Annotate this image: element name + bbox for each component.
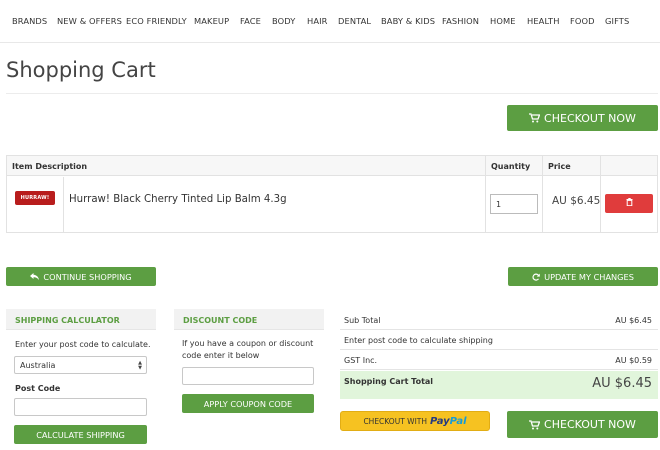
remove-item-button[interactable] xyxy=(605,194,653,213)
country-select[interactable]: Australia ▲ ▼ xyxy=(14,356,147,374)
calculate-shipping-button[interactable]: CALCULATE SHIPPING xyxy=(14,425,147,444)
discount-code-title: DISCOUNT CODE xyxy=(183,316,258,325)
cart-total-label: Shopping Cart Total xyxy=(344,377,434,386)
paypal-logo-pal: Pal xyxy=(449,415,467,427)
paypal-checkout-button[interactable]: CHECKOUT WITH PayPal xyxy=(340,411,490,431)
product-thumbnail-label: HURRAW! xyxy=(20,195,50,201)
gst-label: GST Inc. xyxy=(344,356,378,365)
apply-coupon-label: APPLY COUPON CODE xyxy=(203,398,293,409)
header-item-description: Item Description xyxy=(12,162,88,171)
subtotal-label: Sub Total xyxy=(344,316,381,325)
calculate-shipping-label: CALCULATE SHIPPING xyxy=(36,429,125,440)
paypal-logo: PayPal xyxy=(430,416,467,427)
discount-instruction: If you have a coupon or discount code en… xyxy=(182,339,314,360)
cart-icon xyxy=(529,113,541,123)
postcode-label: Post Code xyxy=(15,384,61,393)
shipping-note: Enter post code to calculate shipping xyxy=(344,336,493,345)
apply-coupon-button[interactable]: APPLY COUPON CODE xyxy=(182,394,314,413)
subtotal-row: Sub Total AU $6.45 xyxy=(340,310,658,330)
header-quantity: Quantity xyxy=(491,162,531,171)
nav-item-home[interactable]: HOME xyxy=(490,16,516,26)
nav-item-dental[interactable]: DENTAL xyxy=(338,16,371,26)
page-title: Shopping Cart xyxy=(6,58,156,82)
shipping-note-row: Enter post code to calculate shipping xyxy=(340,330,658,350)
checkout-now-label-top: CHECKOUT NOW xyxy=(544,111,636,125)
paypal-logo-pay: Pay xyxy=(430,415,450,427)
checkout-now-label-bottom: CHECKOUT NOW xyxy=(544,418,636,431)
update-changes-button[interactable]: UPDATE MY CHANGES xyxy=(508,267,658,286)
subtotal-value: AU $6.45 xyxy=(615,316,652,325)
shipping-calculator-panel: SHIPPING CALCULATOR Enter your post code… xyxy=(6,309,156,449)
quantity-input[interactable] xyxy=(490,194,538,214)
reply-arrow-icon xyxy=(30,273,40,280)
paypal-checkout-label: CHECKOUT WITH xyxy=(363,416,428,426)
country-select-value: Australia xyxy=(20,360,56,370)
checkout-now-button-bottom[interactable]: CHECKOUT NOW xyxy=(507,411,658,438)
update-changes-label: UPDATE MY CHANGES xyxy=(544,271,634,282)
nav-item-eco-friendly[interactable]: ECO FRIENDLY xyxy=(126,16,187,26)
nav-item-food[interactable]: FOOD xyxy=(570,16,595,26)
trash-icon xyxy=(626,198,633,209)
continue-shopping-button[interactable]: CONTINUE SHOPPING xyxy=(6,267,156,286)
nav-item-new-offers[interactable]: NEW & OFFERS xyxy=(57,16,122,26)
nav-item-health[interactable]: HEALTH xyxy=(527,16,560,26)
postcode-input[interactable] xyxy=(14,398,147,416)
checkout-now-button-top[interactable]: CHECKOUT NOW xyxy=(507,105,658,131)
nav-item-baby-kids[interactable]: BABY & KIDS xyxy=(381,16,435,26)
cart-table-header: Item Description Quantity Price xyxy=(7,156,657,176)
nav-item-gifts[interactable]: GIFTS xyxy=(605,16,629,26)
cart-total-value: AU $6.45 xyxy=(592,376,652,391)
cart-table: Item Description Quantity Price HURRAW! … xyxy=(6,155,658,233)
top-nav: BRANDS NEW & OFFERS ECO FRIENDLY MAKEUP … xyxy=(0,0,660,43)
shipping-calculator-title: SHIPPING CALCULATOR xyxy=(15,316,120,325)
header-price: Price xyxy=(548,162,571,171)
cart-total-row: Shopping Cart Total AU $6.45 xyxy=(340,371,658,399)
refresh-icon xyxy=(532,273,540,281)
item-price: AU $6.45 xyxy=(552,195,601,207)
nav-item-fashion[interactable]: FASHION xyxy=(442,16,479,26)
nav-item-body[interactable]: BODY xyxy=(272,16,295,26)
continue-shopping-label: CONTINUE SHOPPING xyxy=(43,271,132,282)
coupon-code-input[interactable] xyxy=(182,367,314,385)
nav-item-hair[interactable]: HAIR xyxy=(307,16,328,26)
title-divider xyxy=(6,93,658,94)
select-arrows-icon: ▲ ▼ xyxy=(138,360,142,371)
gst-row: GST Inc. AU $0.59 xyxy=(340,350,658,370)
shipping-calculator-header: SHIPPING CALCULATOR xyxy=(6,309,156,330)
nav-item-makeup[interactable]: MAKEUP xyxy=(194,16,229,26)
nav-item-brands[interactable]: BRANDS xyxy=(12,16,47,26)
discount-code-header: DISCOUNT CODE xyxy=(174,309,324,330)
discount-code-panel: DISCOUNT CODE If you have a coupon or di… xyxy=(174,309,324,424)
cart-icon xyxy=(529,419,541,430)
gst-value: AU $0.59 xyxy=(615,356,652,365)
table-row: HURRAW! Hurraw! Black Cherry Tinted Lip … xyxy=(7,177,657,232)
shipping-instruction: Enter your post code to calculate. xyxy=(15,340,151,349)
nav-item-face[interactable]: FACE xyxy=(240,16,261,26)
product-name[interactable]: Hurraw! Black Cherry Tinted Lip Balm 4.3… xyxy=(69,194,287,205)
product-thumbnail[interactable]: HURRAW! xyxy=(15,191,55,205)
